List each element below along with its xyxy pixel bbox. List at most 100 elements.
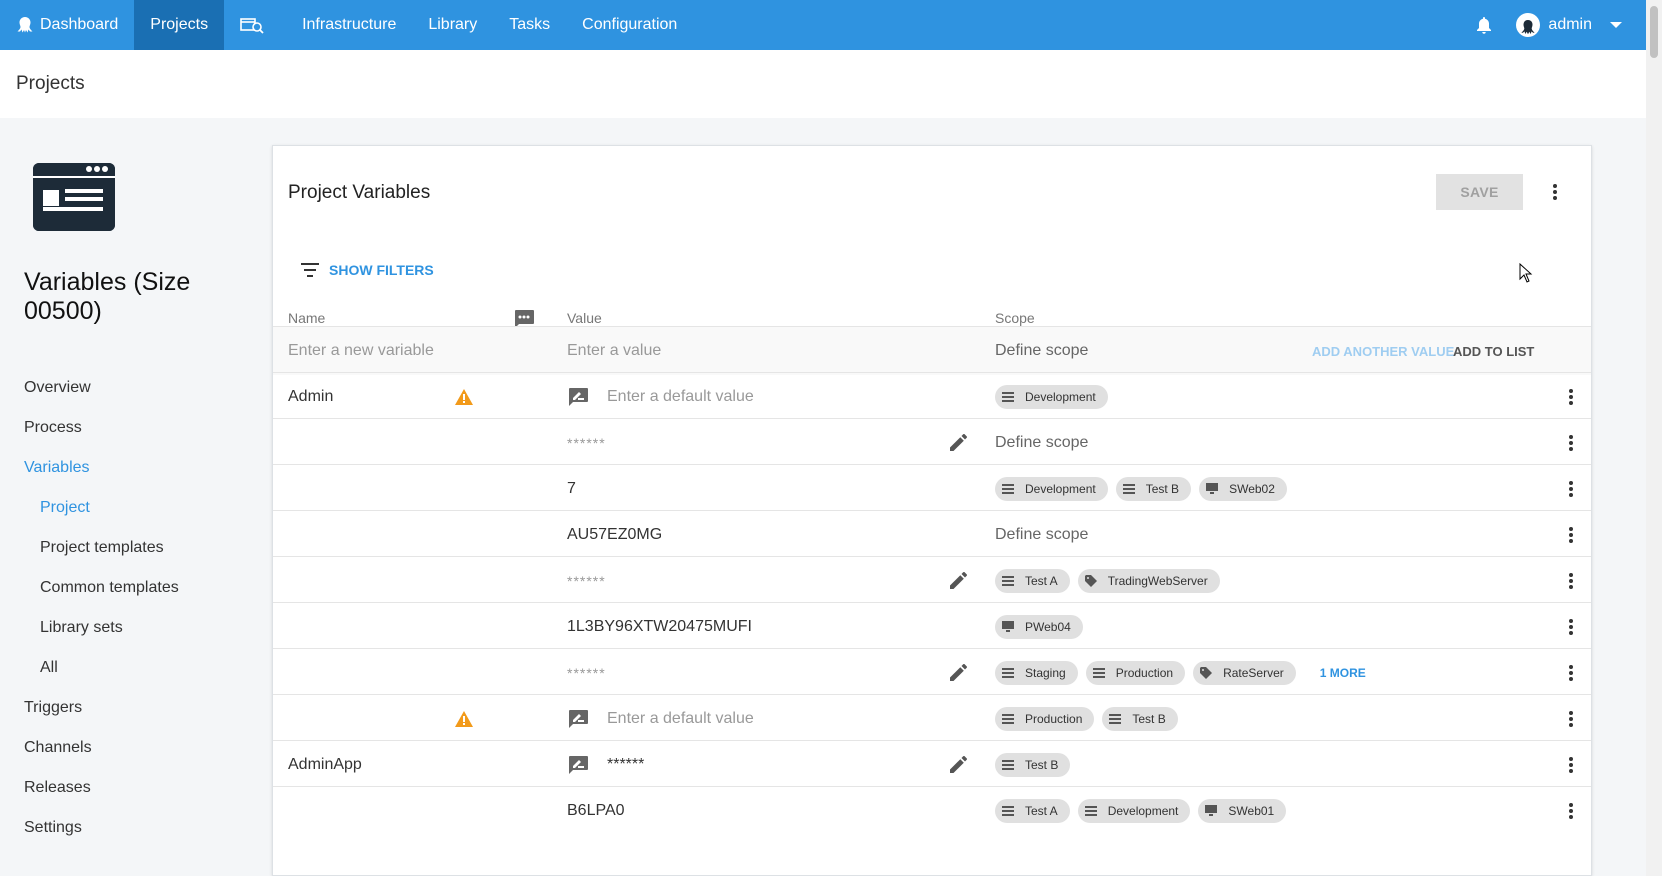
- row-overflow-menu[interactable]: [1559, 373, 1583, 421]
- table-row[interactable]: 7 Development Test B SWeb02: [273, 464, 1591, 513]
- environment-icon: [1001, 574, 1015, 588]
- page-title: Projects: [16, 73, 85, 94]
- row-overflow-menu[interactable]: [1559, 557, 1583, 605]
- new-variable-value-input[interactable]: Enter a value: [567, 327, 661, 375]
- new-variable-row: Enter a new variable Enter a value Defin…: [273, 326, 1591, 375]
- masked-value: ******: [567, 573, 606, 589]
- variable-value[interactable]: ******: [607, 741, 644, 789]
- scope-cell[interactable]: Development Test B SWeb02: [995, 465, 1287, 513]
- warning-icon: [455, 695, 473, 743]
- table-row[interactable]: ****** Test A TradingWebServer: [273, 556, 1591, 605]
- nav-configuration[interactable]: Configuration: [566, 0, 693, 50]
- more-scopes-link[interactable]: 1 MORE: [1320, 666, 1366, 680]
- nav-library[interactable]: Library: [412, 0, 493, 50]
- sidebar-item-settings[interactable]: Settings: [0, 808, 272, 848]
- octopus-icon: [17, 17, 33, 33]
- sidebar-item-library-sets[interactable]: Library sets: [0, 608, 272, 648]
- sidebar-item-all[interactable]: All: [0, 648, 272, 688]
- sidebar-item-common-templates[interactable]: Common templates: [0, 568, 272, 608]
- variable-value[interactable]: ******: [567, 649, 606, 697]
- nav-tasks[interactable]: Tasks: [493, 0, 566, 50]
- masked-value: ******: [607, 756, 645, 773]
- sidebar-item-process[interactable]: Process: [0, 408, 272, 448]
- table-row[interactable]: AdminApp ****** Test B: [273, 740, 1591, 789]
- more-vertical-icon: [1569, 803, 1573, 819]
- scope-cell[interactable]: Test B: [995, 741, 1071, 789]
- card-overflow-menu[interactable]: [1543, 180, 1567, 204]
- table-row[interactable]: 1L3BY96XTW20475MUFI PWeb04: [273, 602, 1591, 651]
- row-overflow-menu[interactable]: [1559, 511, 1583, 559]
- add-to-list-button[interactable]: ADD TO LIST: [1453, 327, 1534, 375]
- chip-label: Test A: [1025, 574, 1058, 588]
- chip-label: Test B: [1145, 482, 1180, 496]
- scope-chip-role: TradingWebServer: [1077, 569, 1220, 593]
- variable-value[interactable]: AU57EZ0MG: [567, 511, 662, 559]
- column-header-name: Name: [288, 310, 326, 326]
- row-overflow-menu[interactable]: [1559, 741, 1583, 789]
- table-row[interactable]: ****** Define scope: [273, 418, 1591, 467]
- table-row[interactable]: Enter a default value Production Test B: [273, 694, 1591, 743]
- row-overflow-menu[interactable]: [1559, 695, 1583, 743]
- more-vertical-icon: [1569, 711, 1573, 727]
- nav-search[interactable]: [224, 0, 286, 50]
- new-variable-scope-input[interactable]: Define scope: [995, 327, 1088, 375]
- row-overflow-menu[interactable]: [1559, 603, 1583, 651]
- prompted-variable-icon: [567, 741, 589, 789]
- chip-label: Test B: [1025, 758, 1059, 772]
- variable-value[interactable]: 1L3BY96XTW20475MUFI: [567, 603, 752, 651]
- scrollbar-thumb[interactable]: [1650, 6, 1658, 58]
- nav-infrastructure[interactable]: Infrastructure: [286, 0, 412, 50]
- nav-library-label: Library: [428, 16, 478, 33]
- row-overflow-menu[interactable]: [1559, 419, 1583, 467]
- nav-tasks-label: Tasks: [509, 16, 551, 33]
- scope-cell[interactable]: Test A TradingWebServer: [995, 557, 1220, 605]
- scope-cell[interactable]: Test A Development SWeb01: [995, 787, 1287, 835]
- variable-value[interactable]: Enter a default value: [607, 695, 754, 743]
- notifications-button[interactable]: [1452, 16, 1516, 34]
- sidebar-item-project-templates[interactable]: Project templates: [0, 528, 272, 568]
- variable-value[interactable]: ******: [567, 419, 606, 467]
- variable-value[interactable]: Enter a default value: [607, 373, 754, 421]
- more-vertical-icon: [1569, 481, 1573, 497]
- scope-cell[interactable]: Define scope: [995, 419, 1088, 467]
- table-row[interactable]: B6LPA0 Test A Development SWeb01: [273, 786, 1591, 835]
- edit-button[interactable]: [949, 557, 967, 605]
- table-row[interactable]: Admin Enter a default value Development: [273, 372, 1591, 421]
- sidebar-item-variables[interactable]: Variables: [0, 448, 272, 488]
- variable-value[interactable]: ******: [567, 557, 606, 605]
- table-row[interactable]: AU57EZ0MG Define scope: [273, 510, 1591, 559]
- row-overflow-menu[interactable]: [1559, 649, 1583, 697]
- sidebar-item-channels[interactable]: Channels: [0, 728, 272, 768]
- more-vertical-icon: [1569, 573, 1573, 589]
- scope-cell[interactable]: PWeb04: [995, 603, 1083, 651]
- scope-cell[interactable]: Production Test B: [995, 695, 1178, 743]
- scope-cell[interactable]: Staging Production RateServer 1 MORE: [995, 649, 1366, 697]
- vertical-scrollbar[interactable]: [1646, 0, 1662, 876]
- scope-cell[interactable]: Define scope: [995, 511, 1088, 559]
- edit-button[interactable]: [949, 649, 967, 697]
- edit-button[interactable]: [949, 741, 967, 789]
- variable-value[interactable]: B6LPA0: [567, 787, 625, 835]
- add-another-value-button[interactable]: ADD ANOTHER VALUE: [1312, 327, 1454, 375]
- show-filters-button[interactable]: SHOW FILTERS: [301, 262, 434, 278]
- more-vertical-icon: [1569, 757, 1573, 773]
- nav-dashboard[interactable]: Dashboard: [0, 0, 134, 50]
- scope-chip-environment: Test B: [995, 753, 1071, 777]
- sidebar-item-project[interactable]: Project: [0, 488, 272, 528]
- nav-projects[interactable]: Projects: [134, 0, 225, 50]
- scope-cell[interactable]: Development: [995, 373, 1108, 421]
- user-menu[interactable]: admin: [1516, 13, 1646, 37]
- edit-button[interactable]: [949, 419, 967, 467]
- sidebar-item-triggers[interactable]: Triggers: [0, 688, 272, 728]
- row-overflow-menu[interactable]: [1559, 787, 1583, 835]
- environment-icon: [1001, 804, 1015, 818]
- table-row[interactable]: ****** Staging Production RateServer 1 M…: [273, 648, 1591, 697]
- save-button[interactable]: SAVE: [1436, 174, 1523, 210]
- monitor-icon: [1205, 482, 1219, 496]
- column-header-value: Value: [567, 310, 602, 326]
- row-overflow-menu[interactable]: [1559, 465, 1583, 513]
- new-variable-name-input[interactable]: Enter a new variable: [288, 327, 434, 375]
- variable-value[interactable]: 7: [567, 465, 576, 513]
- sidebar-item-releases[interactable]: Releases: [0, 768, 272, 808]
- sidebar-item-overview[interactable]: Overview: [0, 368, 272, 408]
